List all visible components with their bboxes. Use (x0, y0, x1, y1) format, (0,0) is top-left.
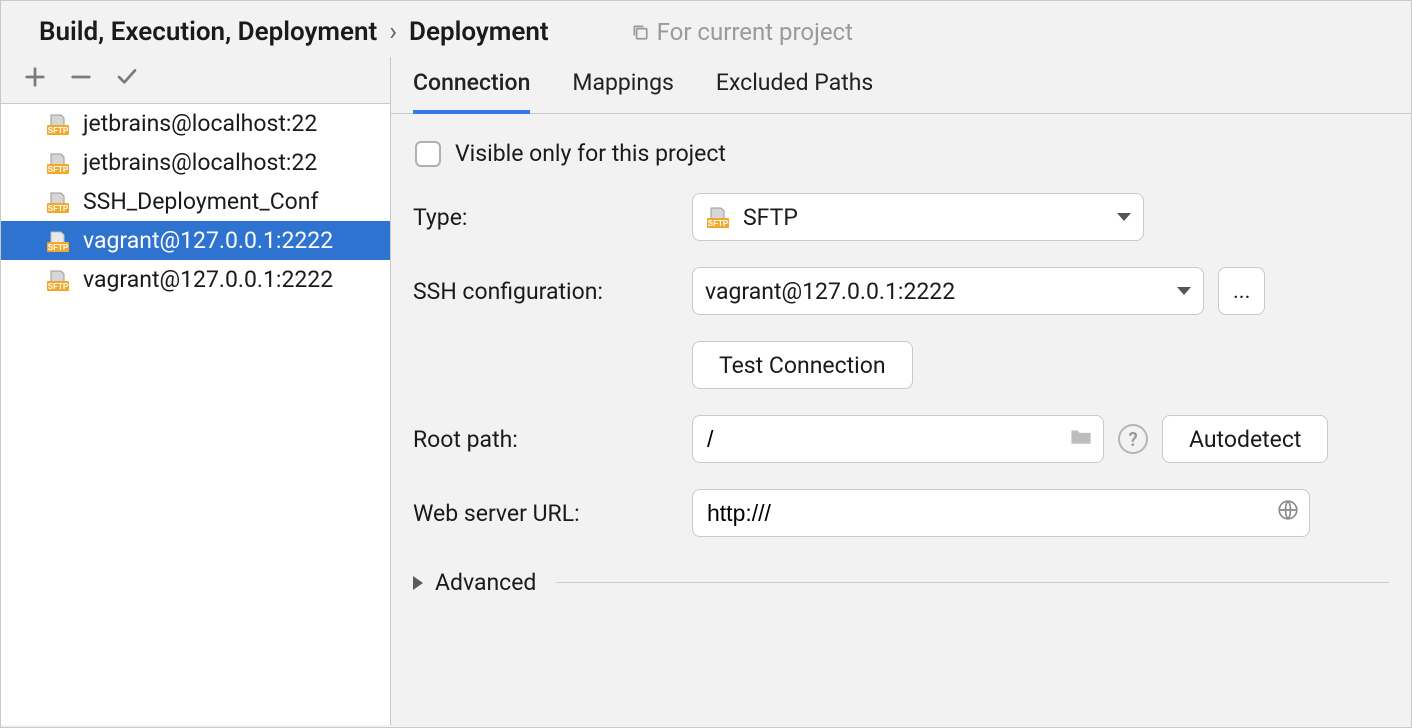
server-list: SFTP jetbrains@localhost:22 SFTP jetbrai… (1, 103, 390, 725)
test-connection-button[interactable]: Test Connection (692, 341, 913, 389)
server-list-item-label: SSH_Deployment_Conf (83, 188, 318, 215)
svg-text:SFTP: SFTP (48, 126, 69, 135)
ssh-browse-label: ... (1233, 279, 1250, 304)
remove-button[interactable] (67, 63, 95, 91)
tabs: Connection Mappings Excluded Paths (391, 57, 1411, 114)
tab-mappings[interactable]: Mappings (572, 69, 674, 113)
chevron-down-icon (1117, 213, 1131, 221)
ssh-config-select[interactable]: vagrant@127.0.0.1:2222 (692, 267, 1204, 315)
svg-text:SFTP: SFTP (48, 165, 69, 174)
divider (556, 582, 1389, 583)
type-select[interactable]: SFTP SFTP (692, 193, 1144, 241)
root-path-label: Root path: (413, 426, 678, 453)
ssh-label: SSH configuration: (413, 278, 678, 305)
tab-connection[interactable]: Connection (413, 69, 530, 114)
svg-text:SFTP: SFTP (48, 243, 69, 252)
web-url-input[interactable] (692, 489, 1310, 537)
server-toolbar (1, 57, 390, 103)
visible-only-row: Visible only for this project (413, 140, 1389, 167)
add-button[interactable] (21, 63, 49, 91)
server-list-item[interactable]: SFTP jetbrains@localhost:22 (1, 104, 390, 143)
svg-text:SFTP: SFTP (48, 204, 69, 213)
breadcrumb: Build, Execution, Deployment › Deploymen… (1, 1, 1411, 57)
server-list-pane: SFTP jetbrains@localhost:22 SFTP jetbrai… (1, 57, 391, 725)
chevron-right-icon (413, 576, 423, 590)
server-list-item[interactable]: SFTP jetbrains@localhost:22 (1, 143, 390, 182)
ssh-browse-button[interactable]: ... (1218, 267, 1265, 315)
test-connection-label: Test Connection (719, 352, 886, 379)
web-url-row: Web server URL: (413, 489, 1389, 537)
help-icon[interactable]: ? (1118, 424, 1148, 454)
root-path-input[interactable] (692, 415, 1104, 463)
tab-excluded-paths[interactable]: Excluded Paths (716, 69, 873, 113)
sftp-icon: SFTP (45, 190, 75, 214)
details-pane: Connection Mappings Excluded Paths Visib… (391, 57, 1411, 725)
autodetect-label: Autodetect (1189, 426, 1301, 453)
autodetect-button[interactable]: Autodetect (1162, 415, 1328, 463)
breadcrumb-separator: › (389, 17, 397, 47)
type-row: Type: SFTP SFTP (413, 193, 1389, 241)
type-label: Type: (413, 204, 678, 231)
sftp-icon: SFTP (45, 112, 75, 136)
globe-icon[interactable] (1277, 499, 1299, 527)
sftp-icon: SFTP (705, 205, 735, 229)
folder-icon[interactable] (1069, 426, 1093, 453)
advanced-label: Advanced (435, 569, 536, 596)
breadcrumb-current: Deployment (409, 17, 549, 47)
svg-text:SFTP: SFTP (48, 282, 69, 291)
svg-text:SFTP: SFTP (708, 219, 729, 228)
web-url-label: Web server URL: (413, 500, 678, 527)
sftp-icon: SFTP (45, 151, 75, 175)
server-list-item[interactable]: SFTP SSH_Deployment_Conf (1, 182, 390, 221)
type-value: SFTP (743, 204, 798, 231)
connection-form: Visible only for this project Type: SFTP (391, 114, 1411, 622)
copy-icon (631, 23, 649, 41)
advanced-section[interactable]: Advanced (413, 563, 1389, 596)
scope-note: For current project (631, 18, 853, 46)
root-path-field[interactable] (707, 426, 1061, 453)
sftp-icon: SFTP (45, 229, 75, 253)
server-list-item[interactable]: SFTP vagrant@127.0.0.1:2222 (1, 260, 390, 299)
ssh-row: SSH configuration: vagrant@127.0.0.1:222… (413, 267, 1389, 315)
sftp-icon: SFTP (45, 268, 75, 292)
root-path-row: Root path: ? Autodetect (413, 415, 1389, 463)
server-list-item-label: jetbrains@localhost:22 (83, 110, 317, 137)
server-list-item[interactable]: SFTP vagrant@127.0.0.1:2222 (1, 221, 390, 260)
apply-button[interactable] (113, 63, 141, 91)
server-list-item-label: vagrant@127.0.0.1:2222 (83, 266, 333, 293)
scope-note-label: For current project (657, 18, 853, 46)
chevron-down-icon (1177, 287, 1191, 295)
breadcrumb-parent[interactable]: Build, Execution, Deployment (39, 17, 377, 47)
test-connection-row: Test Connection (413, 341, 1389, 389)
web-url-field[interactable] (707, 500, 1267, 527)
server-list-item-label: jetbrains@localhost:22 (83, 149, 317, 176)
server-list-item-label: vagrant@127.0.0.1:2222 (83, 227, 333, 254)
ssh-config-value: vagrant@127.0.0.1:2222 (705, 278, 955, 305)
visible-only-checkbox[interactable] (415, 141, 441, 167)
visible-only-label: Visible only for this project (455, 140, 726, 167)
